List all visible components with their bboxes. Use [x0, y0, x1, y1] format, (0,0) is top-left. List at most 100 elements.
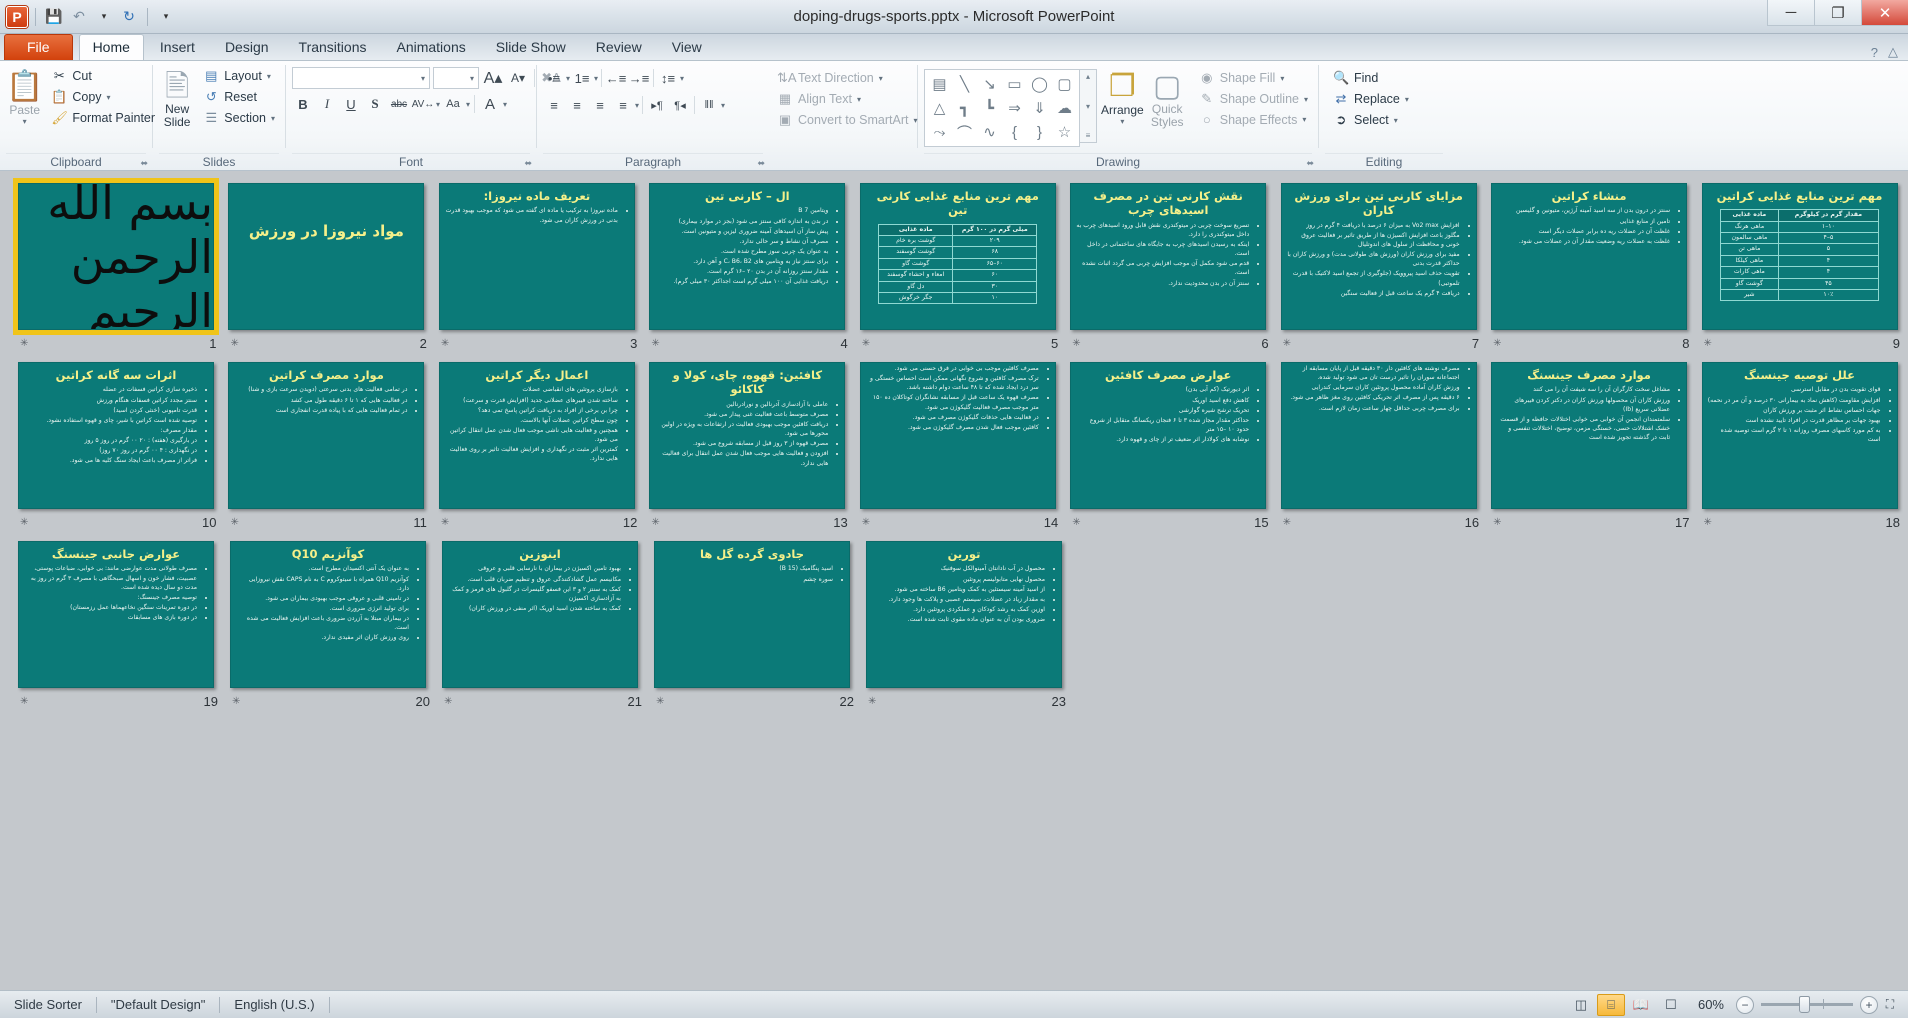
justify-icon[interactable]: ≡: [612, 94, 634, 116]
replace-dropdown-icon[interactable]: ▾: [1405, 95, 1409, 104]
shape-fill-button[interactable]: ◉ Shape Fill ▾: [1195, 69, 1312, 87]
character-spacing-icon[interactable]: AV↔: [412, 93, 435, 115]
slide-thumbnail-11[interactable]: موارد مصرف کراتین در تمامی فعالیت های بدن…: [224, 358, 434, 531]
shrink-font-icon[interactable]: A▾: [507, 67, 529, 89]
animation-icon[interactable]: ✳: [20, 696, 28, 707]
shapes-gallery-scrollbar[interactable]: ▴ ▾ ≡: [1080, 69, 1097, 143]
slide-canvas[interactable]: علل توصیه جینسنگ قوای تقویت بدن در مقابل …: [1701, 362, 1898, 509]
justify-dropdown-icon[interactable]: ▾: [635, 101, 639, 110]
animation-icon[interactable]: ✳: [230, 517, 238, 528]
slide-thumbnail-12[interactable]: اعمال دیگر کراتین بازسازی پروتئین های انق…: [435, 358, 645, 531]
change-case-dropdown-icon[interactable]: ▾: [466, 100, 470, 109]
slide-thumbnail-17[interactable]: موارد مصرف جینسنگ مشاغل سخت کارگران آن را…: [1487, 358, 1697, 531]
slide-canvas[interactable]: مصرف نوشته های کافئین دار ۳۰ دقیقه قبل ا…: [1280, 362, 1477, 509]
clipboard-dialog-launcher-icon[interactable]: ⬌: [140, 158, 148, 169]
slide-sorter-view-button[interactable]: ⌸: [1596, 993, 1625, 1016]
slide-canvas[interactable]: اعمال دیگر کراتین بازسازی پروتئین های انق…: [438, 362, 635, 509]
animation-icon[interactable]: ✳: [444, 696, 452, 707]
format-painter-button[interactable]: 🖌 Format Painter: [47, 109, 159, 127]
font-size-input[interactable]: ▾: [433, 67, 479, 89]
scroll-up-icon[interactable]: ▴: [1086, 72, 1090, 81]
shape-effects-dropdown-icon[interactable]: ▾: [1302, 115, 1306, 124]
tab-design[interactable]: Design: [211, 34, 283, 60]
quick-styles-button[interactable]: ▢ Quick Styles: [1148, 67, 1187, 129]
shapes-gallery[interactable]: ▤ ╲ ↘ ▭ ◯ ▢ △ ┓ ┗ ⇒ ⇓ ☁ ⤳ ⌒ ∿ { } ☆: [924, 69, 1080, 147]
animation-icon[interactable]: ✳: [232, 696, 240, 707]
slide-thumbnail-13[interactable]: کافئین: قهوه، چای، کولا و کاکائو عاملی با…: [645, 358, 855, 531]
slide-show-view-button[interactable]: ☐: [1657, 994, 1685, 1016]
slide-thumbnail-20[interactable]: کوآنزیم Q10 به عنوان یک آنتی اکسیدان مطرح…: [226, 537, 438, 710]
slide-canvas[interactable]: تعریف ماده نیروزا: ماده نیروزا به ترکیب ی…: [438, 183, 635, 330]
slide-thumbnail-3[interactable]: تعریف ماده نیروزا: ماده نیروزا به ترکیب ی…: [435, 179, 645, 352]
slide-thumbnail-6[interactable]: نقش کارنی تین در مصرف اسیدهای چرب تسریع س…: [1066, 179, 1276, 352]
shape-textbox-icon[interactable]: ▤: [927, 72, 952, 96]
shape-star-icon[interactable]: ☆: [1052, 120, 1077, 144]
save-icon[interactable]: 💾: [43, 6, 65, 28]
minimize-ribbon-icon[interactable]: △: [1888, 44, 1898, 60]
shape-outline-button[interactable]: ✎ Shape Outline ▾: [1195, 90, 1312, 108]
animation-icon[interactable]: ✳: [862, 517, 870, 528]
slide-canvas[interactable]: اینوزین بهبود تامین اکسیژن در بیماران با …: [442, 541, 638, 688]
slide-canvas[interactable]: مصرف کافئین موجب بی خوابی در فرق حسنی می…: [859, 362, 1056, 509]
zoom-in-button[interactable]: +: [1860, 995, 1878, 1014]
slide-canvas[interactable]: مهم ترین منابع غذایی کراتین مقدار گرم در …: [1701, 183, 1898, 330]
slide-canvas[interactable]: موارد مصرف جینسنگ مشاغل سخت کارگران آن را…: [1491, 362, 1688, 509]
numbering-icon[interactable]: 1≡: [571, 67, 593, 89]
slide-thumbnail-2[interactable]: مواد نیروزا در ورزش ✳ 2: [224, 179, 434, 352]
shape-rounded-rectangle-icon[interactable]: ▢: [1052, 72, 1077, 96]
shape-scribble-icon[interactable]: ⤳: [927, 120, 952, 144]
tab-view[interactable]: View: [658, 34, 716, 60]
slide-canvas[interactable]: ال – کارنی تین ویتامین B 7 در بدن به انداز…: [649, 183, 846, 330]
zoom-track[interactable]: [1761, 996, 1853, 1013]
bold-icon[interactable]: B: [292, 93, 314, 115]
animation-icon[interactable]: ✳: [651, 338, 659, 349]
shape-cloud-icon[interactable]: ☁: [1052, 96, 1077, 120]
slide-canvas[interactable]: اثرات سه گانه کراتین ذخیره سازی کراتین فس…: [18, 362, 214, 509]
slide-thumbnail-8[interactable]: منشاء کراتین سنتز در درون بدن از سه اسید …: [1487, 179, 1697, 352]
slide-canvas[interactable]: موارد مصرف کراتین در تمامی فعالیت های بدن…: [228, 362, 425, 509]
slide-thumbnail-1[interactable]: بسم الله الرحمن الرحیم ✳ 1: [13, 178, 224, 352]
copy-button[interactable]: 📋 Copy ▾: [47, 88, 159, 106]
line-spacing-icon[interactable]: ↕≡: [657, 67, 679, 89]
tab-animations[interactable]: Animations: [382, 34, 479, 60]
text-direction-dropdown-icon[interactable]: ▾: [879, 74, 883, 83]
tab-transitions[interactable]: Transitions: [285, 34, 381, 60]
text-direction-button[interactable]: ⇅A Text Direction ▾: [773, 69, 921, 87]
ltr-text-icon[interactable]: ▸¶: [646, 94, 668, 116]
font-name-dropdown-icon[interactable]: ▾: [421, 74, 425, 83]
copy-dropdown-icon[interactable]: ▾: [107, 93, 111, 102]
minimize-button[interactable]: ─: [1767, 0, 1814, 26]
slide-canvas[interactable]: عوارض مصرف کافئین اثر دیورتیک (کم آبی بدن…: [1070, 362, 1267, 509]
zoom-handle[interactable]: [1799, 996, 1810, 1013]
bullets-icon[interactable]: •≡: [543, 67, 565, 89]
layout-dropdown-icon[interactable]: ▾: [267, 72, 271, 81]
slide-canvas[interactable]: کوآنزیم Q10 به عنوان یک آنتی اکسیدان مطرح…: [230, 541, 426, 688]
redo-icon[interactable]: ↻: [118, 6, 140, 28]
shape-line-icon[interactable]: ╲: [952, 72, 977, 96]
fit-to-window-button[interactable]: ⛶: [1878, 995, 1902, 1015]
shape-elbow-connector-icon[interactable]: ┓: [952, 96, 977, 120]
shape-down-arrow-icon[interactable]: ⇓: [1027, 96, 1052, 120]
slide-canvas[interactable]: مهم ترین منابع غذایی کارنی تین میلی گرم د…: [859, 183, 1056, 330]
select-button[interactable]: ➲ Select ▾: [1329, 111, 1413, 129]
change-case-icon[interactable]: Aa: [442, 93, 464, 115]
shape-oval-icon[interactable]: ◯: [1027, 72, 1052, 96]
undo-dropdown-icon[interactable]: ▾: [93, 6, 115, 28]
font-size-dropdown-icon[interactable]: ▾: [470, 74, 474, 83]
slide-thumbnail-21[interactable]: اینوزین بهبود تامین اکسیژن در بیماران با …: [438, 537, 650, 710]
select-dropdown-icon[interactable]: ▾: [1394, 116, 1398, 125]
align-right-icon[interactable]: ≡: [589, 94, 611, 116]
slide-canvas[interactable]: بسم الله الرحمن الرحیم: [13, 178, 219, 335]
slide-thumbnail-16[interactable]: مصرف نوشته های کافئین دار ۳۰ دقیقه قبل ا…: [1277, 358, 1487, 531]
powerpoint-logo-icon[interactable]: P: [6, 5, 28, 28]
line-spacing-dropdown-icon[interactable]: ▾: [680, 74, 684, 83]
shape-triangle-icon[interactable]: △: [927, 96, 952, 120]
tab-insert[interactable]: Insert: [146, 34, 209, 60]
reset-button[interactable]: ↺ Reset: [199, 88, 279, 106]
slide-canvas[interactable]: تورین محصول در آب نادانتان آمینوالکل سوفن…: [866, 541, 1062, 688]
animation-icon[interactable]: ✳: [1072, 338, 1080, 349]
undo-icon[interactable]: ↶: [68, 6, 90, 28]
slide-thumbnail-18[interactable]: علل توصیه جینسنگ قوای تقویت بدن در مقابل …: [1698, 358, 1908, 531]
slide-thumbnail-7[interactable]: مزایای کارنی تین برای ورزش کاران افزایش V…: [1277, 179, 1487, 352]
animation-icon[interactable]: ✳: [441, 338, 449, 349]
